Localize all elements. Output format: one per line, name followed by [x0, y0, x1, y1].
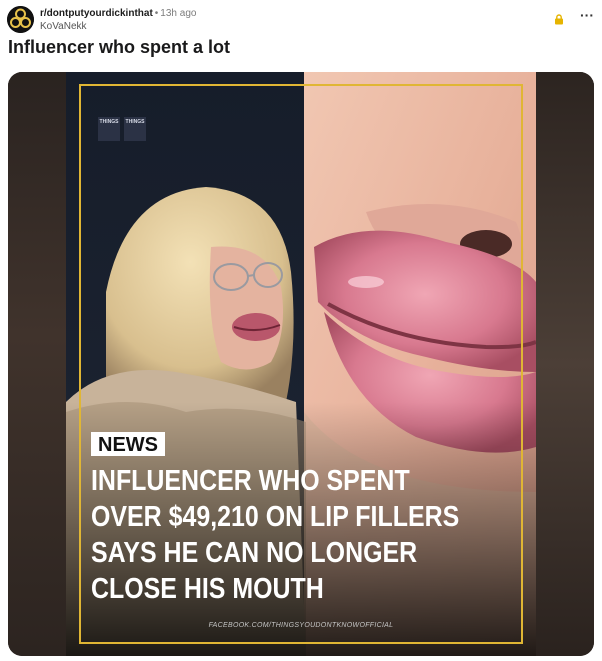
- headline-line: INFLUENCER WHO SPENT: [91, 465, 410, 497]
- post-title[interactable]: Influencer who spent a lot: [8, 37, 230, 58]
- publisher-logo: THINGS THINGS: [94, 110, 150, 148]
- subreddit-line: r/dontputyourdickinthat • 13h ago: [40, 8, 196, 20]
- post-media[interactable]: THINGS THINGS NEWS INFLUENCER WHO SPENT …: [8, 72, 594, 656]
- headline-line: CLOSE HIS MOUTH: [91, 573, 324, 605]
- subreddit-link[interactable]: r/dontputyourdickinthat: [40, 8, 153, 19]
- author-link[interactable]: KoVaNekk: [40, 21, 196, 33]
- poster-credit: FACEBOOK.COM/THINGSYOUDONTKNOWOFFICIAL: [208, 622, 394, 629]
- logo-tile-1: THINGS: [98, 117, 120, 141]
- post-age: 13h ago: [160, 8, 197, 19]
- headline-line: SAYS HE CAN NO LONGER: [91, 537, 418, 569]
- news-poster-image: THINGS THINGS NEWS INFLUENCER WHO SPENT …: [66, 72, 536, 656]
- logo-tile-2: THINGS: [124, 117, 146, 141]
- meta-separator: •: [154, 8, 159, 19]
- subreddit-avatar[interactable]: [7, 6, 34, 33]
- media-blur-right: [536, 72, 594, 656]
- headline-line: OVER $49,210 ON LIP FILLERS: [91, 501, 460, 533]
- post-meta: r/dontputyourdickinthat • 13h ago KoVaNekk: [40, 8, 196, 33]
- post-header: r/dontputyourdickinthat • 13h ago KoVaNekk…: [7, 6, 594, 34]
- biohazard-icon: [7, 6, 34, 33]
- media-blur-left: [8, 72, 66, 656]
- more-options-icon[interactable]: ···: [580, 8, 594, 24]
- lock-icon: [555, 14, 563, 25]
- poster-headline: INFLUENCER WHO SPENT OVER $49,210 ON LIP…: [91, 463, 461, 607]
- news-badge: NEWS: [91, 432, 165, 456]
